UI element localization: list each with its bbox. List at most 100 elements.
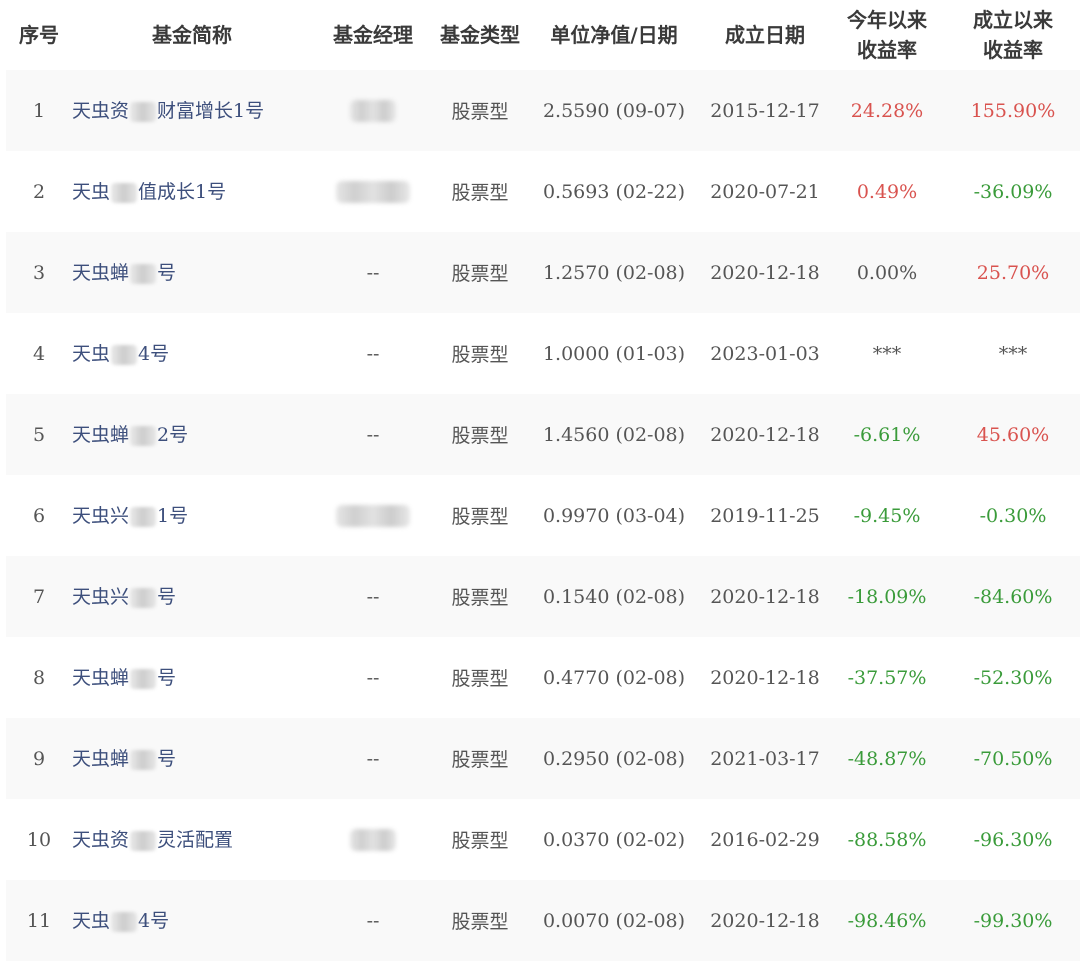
fund-type: 股票型	[451, 749, 509, 771]
fund-name-prefix: 天虫兴	[72, 585, 130, 608]
nav-with-date: 2.5590 (09-07)	[542, 99, 686, 122]
fund-name-prefix: 天虫资	[72, 99, 130, 122]
fund-name-prefix: 天虫蝉	[72, 747, 130, 770]
table-row: 10 天虫资 灵活配置 股票型 0.0370 (02-02) 2016-02-29 -88.…	[6, 799, 1080, 880]
ytd-return: 0.00%	[856, 261, 918, 284]
redacted-text	[130, 506, 157, 527]
fund-name-link[interactable]: 天虫 4号	[72, 910, 169, 932]
header-index: 序号	[19, 23, 59, 47]
fund-name-cell: 天虫蝉 号	[72, 232, 312, 313]
ytd-return: -48.87%	[847, 747, 927, 770]
row-index: 10	[26, 828, 52, 851]
fund-name-cell: 天虫 4号	[72, 313, 312, 394]
ytd-return: -98.46%	[847, 909, 927, 932]
inception-date: 2020-12-18	[710, 423, 820, 446]
redacted-manager	[336, 181, 410, 203]
fund-name-suffix: 4号	[138, 909, 170, 932]
fund-name-link[interactable]: 天虫 4号	[72, 343, 169, 365]
redacted-manager	[350, 100, 396, 122]
ytd-return: 24.28%	[850, 99, 924, 122]
fund-name-link[interactable]: 天虫兴 1号	[72, 505, 188, 527]
since-inception-return: -84.60%	[973, 585, 1053, 608]
ytd-return: -88.58%	[847, 828, 927, 851]
inception-date: 2016-02-29	[710, 828, 820, 851]
fund-type: 股票型	[451, 506, 509, 528]
inception-date: 2023-01-03	[710, 342, 820, 365]
redacted-text	[130, 749, 157, 770]
redacted-text	[130, 830, 157, 851]
ytd-return: 0.49%	[856, 180, 918, 203]
fund-name-prefix: 天虫	[72, 180, 111, 203]
fund-name-link[interactable]: 天虫蝉 号	[72, 748, 176, 770]
fund-manager: --	[366, 909, 380, 932]
fund-name-cell: 天虫蝉 号	[72, 637, 312, 718]
redacted-manager	[336, 505, 410, 527]
fund-type: 股票型	[451, 344, 509, 366]
fund-type: 股票型	[451, 830, 509, 852]
fund-name-link[interactable]: 天虫资 灵活配置	[72, 829, 233, 851]
redacted-text	[111, 911, 138, 932]
fund-type: 股票型	[451, 668, 509, 690]
table-row: 5 天虫蝉 2号 -- 股票型 1.4560 (02-08) 2020-12-18 -6.61…	[6, 394, 1080, 475]
row-index: 4	[32, 342, 46, 365]
ytd-return: -37.57%	[847, 666, 927, 689]
fund-name-link[interactable]: 天虫蝉 号	[72, 667, 176, 689]
fund-name-cell: 天虫蝉 2号	[72, 394, 312, 475]
since-inception-return: 155.90%	[970, 99, 1056, 122]
fund-name-cell: 天虫 值成长1号	[72, 151, 312, 232]
fund-name-link[interactable]: 天虫 值成长1号	[72, 181, 226, 203]
since-inception-return: -36.09%	[973, 180, 1053, 203]
header-manager: 基金经理	[333, 23, 413, 47]
fund-name-suffix: 号	[157, 666, 177, 689]
inception-date: 2020-12-18	[710, 666, 820, 689]
fund-name-suffix: 1号	[157, 504, 189, 527]
header-fund-name: 基金简称	[152, 23, 232, 47]
fund-name-prefix: 天虫蝉	[72, 666, 130, 689]
table-row: 6 天虫兴 1号 股票型 0.9970 (03-04) 2019-11-25 -9.45% -…	[6, 475, 1080, 556]
nav-with-date: 0.5693 (02-22)	[542, 180, 686, 203]
fund-name-link[interactable]: 天虫蝉 号	[72, 262, 176, 284]
fund-manager	[312, 151, 434, 232]
since-inception-return: -52.30%	[973, 666, 1053, 689]
fund-name-suffix: 财富增长1号	[157, 99, 265, 122]
ytd-return: -6.61%	[853, 423, 921, 446]
header-nav-date: 单位净值/日期	[550, 23, 678, 47]
fund-name-prefix: 天虫蝉	[72, 261, 130, 284]
redacted-text	[130, 668, 157, 689]
fund-type: 股票型	[451, 425, 509, 447]
header-ytd-return: 今年以来 收益率	[847, 8, 927, 62]
fund-type: 股票型	[451, 587, 509, 609]
redacted-text	[111, 344, 138, 365]
nav-with-date: 1.0000 (01-03)	[542, 342, 686, 365]
redacted-text	[111, 182, 138, 203]
fund-type: 股票型	[451, 263, 509, 285]
inception-date: 2020-12-18	[710, 585, 820, 608]
nav-with-date: 0.9970 (03-04)	[542, 504, 686, 527]
fund-performance-table: 序号 基金简称 基金经理 基金类型 单位净值/日期 成立日期 今年以来 收益率 …	[6, 0, 1080, 961]
fund-name-prefix: 天虫兴	[72, 504, 130, 527]
since-inception-return: ***	[998, 342, 1028, 365]
fund-manager: --	[366, 747, 380, 770]
nav-with-date: 0.0070 (02-08)	[542, 909, 686, 932]
fund-name-link[interactable]: 天虫兴 号	[72, 586, 176, 608]
table-row: 3 天虫蝉 号 -- 股票型 1.2570 (02-08) 2020-12-18 0.00% 2…	[6, 232, 1080, 313]
fund-manager: --	[366, 666, 380, 689]
row-index: 2	[32, 180, 46, 203]
fund-name-link[interactable]: 天虫蝉 2号	[72, 424, 188, 446]
fund-manager: --	[366, 261, 380, 284]
nav-with-date: 0.2950 (02-08)	[542, 747, 686, 770]
inception-date: 2015-12-17	[710, 99, 820, 122]
header-inception-date: 成立日期	[725, 23, 805, 47]
row-index: 3	[32, 261, 46, 284]
fund-manager	[312, 475, 434, 556]
header-since-inception-return: 成立以来 收益率	[973, 8, 1053, 62]
fund-manager: --	[366, 423, 380, 446]
fund-name-cell: 天虫兴 1号	[72, 475, 312, 556]
fund-type: 股票型	[451, 911, 509, 933]
fund-name-cell: 天虫资 财富增长1号	[72, 70, 312, 151]
table-body: 1 天虫资 财富增长1号 股票型 2.5590 (09-07) 2015-12-17 24.…	[6, 70, 1080, 961]
fund-name-suffix: 4号	[138, 342, 170, 365]
header-fund-type: 基金类型	[440, 23, 520, 47]
fund-manager	[312, 70, 434, 151]
fund-name-link[interactable]: 天虫资 财富增长1号	[72, 100, 264, 122]
